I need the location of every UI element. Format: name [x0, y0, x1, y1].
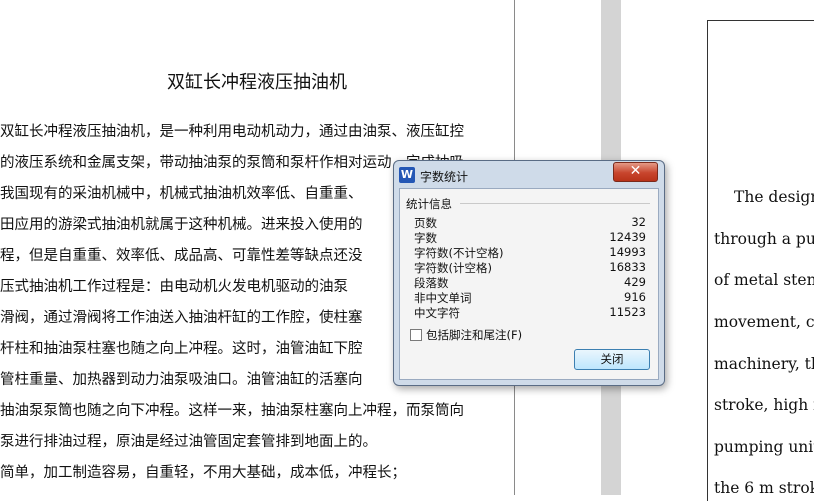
document-text-line: 简单，加工制造容易，自重轻，不用大基础，成本低，冲程长； — [0, 465, 406, 481]
word-count-dialog: W 字数统计 ✕ 统计信息 页数 32 字数 12439 字符数(不计空格) 1… — [393, 160, 665, 386]
document-text-line: 压式抽油机工作过程是：由电动机火发电机驱动的油泵 — [0, 279, 348, 295]
document-text-line: 泵进行排油过程，原油是经过油管固定套管排到地面上的。 — [0, 434, 377, 450]
stat-label: 非中文单词 — [414, 291, 472, 305]
stat-label: 字数 — [414, 231, 437, 245]
document-text-line: 程，但是自重重、效率低、成品高、可靠性差等缺点还没 — [0, 248, 363, 264]
english-text-line: stroke, high f — [714, 396, 814, 414]
english-text-line: the 6 m strok — [714, 479, 814, 497]
stat-value: 916 — [624, 290, 646, 304]
stat-row-words: 字数 12439 — [414, 230, 646, 245]
document-text-line: 双缸长冲程液压抽油机，是一种利用电动机动力，通过由油泵、液压缸控 — [0, 124, 464, 140]
document-title: 双缸长冲程液压抽油机 — [167, 72, 347, 93]
stat-label: 段落数 — [414, 276, 449, 290]
document-text-line: 管柱重量、加热器到动力油泵吸油口。油管油缸的活塞向 — [0, 372, 363, 388]
stat-value: 429 — [624, 275, 646, 289]
close-icon[interactable]: ✕ — [613, 162, 658, 182]
stat-row-pages: 页数 32 — [414, 215, 646, 230]
include-footnotes-checkbox[interactable] — [410, 329, 422, 341]
stat-row-chars-no-spaces: 字符数(不计空格) 14993 — [414, 245, 646, 260]
english-text-line: of metal stent — [714, 271, 814, 289]
stat-label: 字符数(计空格) — [414, 261, 492, 275]
english-page: The design through a pur of metal stent … — [707, 20, 814, 501]
stat-row-chinese-chars: 中文字符 11523 — [414, 305, 646, 320]
document-text-line: 我国现有的采油机械中，机械式抽油机效率低、自重重、 — [0, 186, 363, 202]
stat-value: 14993 — [609, 245, 646, 259]
dialog-titlebar[interactable]: W 字数统计 ✕ — [394, 161, 664, 188]
stat-value: 11523 — [609, 305, 646, 319]
dialog-title: 字数统计 — [420, 170, 469, 184]
english-text-line: machinery, th — [714, 355, 814, 373]
close-button[interactable]: 关闭 — [574, 349, 650, 370]
group-divider — [460, 203, 650, 204]
document-text-line: 杆柱和抽油泵柱塞也随之向上冲程。这时，油管油缸下腔 — [0, 341, 363, 357]
document-text-line: 滑阀，通过滑阀将工作油送入抽油杆缸的工作腔，使柱塞 — [0, 310, 363, 326]
dialog-body: 统计信息 页数 32 字数 12439 字符数(不计空格) 14993 字符数(… — [399, 188, 659, 380]
include-footnotes-label[interactable]: 包括脚注和尾注(F) — [426, 327, 522, 343]
stat-value: 16833 — [609, 260, 646, 274]
english-text-line: movement, co — [714, 313, 814, 331]
english-text-line: pumping unit — [714, 438, 814, 456]
statistics-group-label: 统计信息 — [406, 197, 452, 211]
stat-value: 32 — [631, 215, 646, 229]
stat-value: 12439 — [609, 230, 646, 244]
stat-label: 字符数(不计空格) — [414, 246, 504, 260]
stat-row-non-chinese-words: 非中文单词 916 — [414, 290, 646, 305]
stat-label: 中文字符 — [414, 306, 460, 320]
stat-row-paragraphs: 段落数 429 — [414, 275, 646, 290]
english-text-line: The design — [734, 188, 814, 206]
english-text-line: through a pur — [714, 230, 814, 248]
document-text-line: 抽油泵泵筒也随之向下冲程。这样一来，抽油泵柱塞向上冲程，而泵筒向 — [0, 403, 464, 419]
stat-row-chars-with-spaces: 字符数(计空格) 16833 — [414, 260, 646, 275]
wps-writer-icon: W — [399, 167, 415, 183]
document-text-line: 田应用的游梁式抽油机就属于这种机械。进来投入使用的 — [0, 217, 363, 233]
stat-label: 页数 — [414, 216, 437, 230]
